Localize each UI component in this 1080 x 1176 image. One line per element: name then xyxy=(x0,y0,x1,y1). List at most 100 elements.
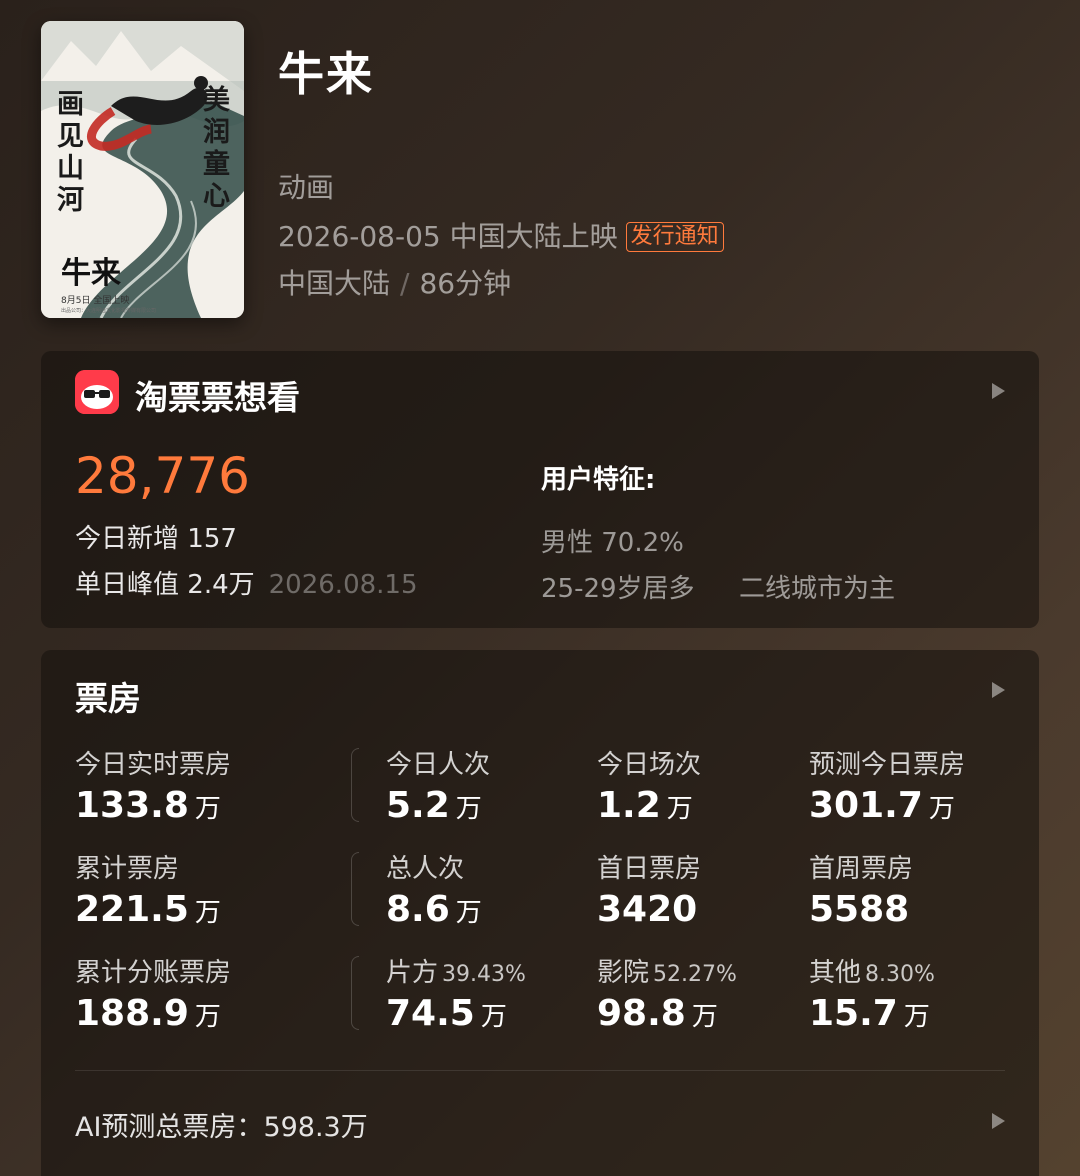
stat-value: 5.2 万 xyxy=(386,785,494,826)
box-office-stat: 预测今日票房 301.7 万 xyxy=(809,744,969,826)
movie-title: 牛来 xyxy=(278,47,374,101)
stat-label: 首日票房 xyxy=(597,848,705,885)
stat-value: 8.6 万 xyxy=(386,889,482,930)
region-line: 中国大陆 / 86分钟 xyxy=(278,262,511,302)
stat-label-text: 累计分账票房 xyxy=(75,958,232,988)
stat-label-text: 其他 xyxy=(809,958,862,988)
svg-text:润: 润 xyxy=(203,116,230,148)
stat-number: 15.7 xyxy=(809,993,898,1034)
movie-genre: 动画 xyxy=(278,171,335,204)
column-bracket xyxy=(351,852,359,926)
ai-forecast-arrow-icon[interactable] xyxy=(992,1113,1005,1129)
release-notice-badge[interactable]: 发行通知 xyxy=(625,222,724,252)
stat-number: 98.8 xyxy=(597,993,686,1034)
peak-date: 2026.08.15 xyxy=(268,570,418,600)
stat-number: 301.7 xyxy=(809,785,923,826)
box-office-stat: 总人次 8.6 万 xyxy=(386,848,482,930)
stat-label-text: 预测今日票房 xyxy=(809,750,966,780)
daily-peak: 单日峰值 2.4万 2026.08.15 xyxy=(75,564,418,601)
svg-text:美: 美 xyxy=(203,84,230,116)
box-office-stat: 累计票房 221.5 万 xyxy=(75,848,221,930)
user-features-title: 用户特征: xyxy=(541,465,656,495)
poster-date: 8月5日 全国上映 xyxy=(61,294,129,306)
stat-number: 74.5 xyxy=(386,993,475,1034)
poster-left-char-1: 画 xyxy=(57,89,84,120)
stat-label-text: 片方 xyxy=(386,958,439,988)
box-office-stat: 今日场次 1.2 万 xyxy=(597,744,705,826)
stat-value: 188.9 万 xyxy=(75,993,235,1034)
stat-number: 1.2 xyxy=(597,785,661,826)
peak-label: 单日峰值 xyxy=(75,570,180,600)
stat-unit: 万 xyxy=(194,794,221,824)
release-date: 2026-08-05 中国大陆上映 xyxy=(278,220,618,253)
stat-unit: 万 xyxy=(194,1002,221,1032)
today-new: 今日新增 157 xyxy=(75,518,237,555)
svg-text:河: 河 xyxy=(57,185,84,216)
stat-value: 15.7 万 xyxy=(809,993,935,1034)
box-office-stat: 累计分账票房 188.9 万 xyxy=(75,952,235,1034)
stat-unit: 万 xyxy=(903,1002,930,1032)
movie-region: 中国大陆 xyxy=(278,267,391,300)
stat-label: 今日人次 xyxy=(386,744,494,781)
stat-label: 总人次 xyxy=(386,848,482,885)
ai-forecast-label: AI预测总票房： xyxy=(75,1112,264,1143)
stat-unit: 万 xyxy=(666,794,693,824)
svg-text:山: 山 xyxy=(57,153,84,184)
stat-unit: 万 xyxy=(480,1002,507,1032)
stat-unit: 万 xyxy=(194,898,221,928)
stat-label-text: 今日人次 xyxy=(386,750,491,780)
feature-city: 二线城市为主 xyxy=(739,574,896,604)
movie-duration: 86分钟 xyxy=(419,267,512,300)
stat-label: 首周票房 xyxy=(809,848,917,885)
stat-label-text: 影院 xyxy=(597,958,650,988)
box-office-stat: 片方 39.43% 74.5 万 xyxy=(386,952,526,1034)
want-count: 28,776 xyxy=(75,447,250,505)
stat-label-text: 累计票房 xyxy=(75,854,180,884)
box-office-arrow-icon[interactable] xyxy=(992,682,1005,698)
stat-percent: 8.30% xyxy=(865,962,935,987)
box-office-stat: 影院 52.27% 98.8 万 xyxy=(597,952,737,1034)
stat-label: 累计票房 xyxy=(75,848,221,885)
stat-percent: 52.27% xyxy=(653,962,737,987)
stat-number: 5.2 xyxy=(386,785,450,826)
stat-label: 预测今日票房 xyxy=(809,744,969,781)
stat-percent: 39.43% xyxy=(442,962,526,987)
svg-text:心: 心 xyxy=(203,181,230,212)
taopiaopiao-logo-icon xyxy=(75,370,119,414)
box-office-title: 票房 xyxy=(75,679,141,718)
box-office-card[interactable]: 票房 今日实时票房 133.8 万今日人次 5.2 万今日场次 1.2 万预测今日票房 301… xyxy=(41,650,1039,1176)
column-bracket xyxy=(351,748,359,822)
stat-number: 8.6 xyxy=(386,889,450,930)
stat-unit: 万 xyxy=(455,898,482,928)
stat-number: 5588 xyxy=(809,889,910,930)
peak-value: 2.4万 xyxy=(187,570,255,600)
ai-forecast[interactable]: AI预测总票房：598.3万 xyxy=(75,1105,368,1144)
stat-value: 98.8 万 xyxy=(597,993,737,1034)
stat-label-text: 首日票房 xyxy=(597,854,702,884)
svg-text:童: 童 xyxy=(203,148,230,180)
separator: / xyxy=(400,267,410,300)
release-line: 2026-08-05 中国大陆上映 发行通知 xyxy=(278,215,724,255)
feature-age: 25-29岁居多 xyxy=(541,574,695,604)
poster-title: 牛来 xyxy=(61,256,121,291)
stat-value: 5588 xyxy=(809,889,917,930)
stat-value: 221.5 万 xyxy=(75,889,221,930)
ai-forecast-value: 598.3万 xyxy=(263,1112,368,1143)
want-to-see-title: 淘票票想看 xyxy=(135,378,300,417)
stat-unit: 万 xyxy=(691,1002,718,1032)
box-office-stat: 首日票房 3420 xyxy=(597,848,705,930)
want-to-see-card[interactable]: 淘票票想看 28,776 今日新增 157 单日峰值 2.4万 2026.08.1… xyxy=(41,351,1039,628)
box-office-stat: 今日实时票房 133.8 万 xyxy=(75,744,235,826)
stat-unit: 万 xyxy=(928,794,955,824)
movie-poster[interactable]: 画 见 山 河 美 润 童 心 牛来 8月5日 全国上映 出品公司：大连明远文化… xyxy=(41,21,244,318)
box-office-stat: 今日人次 5.2 万 xyxy=(386,744,494,826)
today-new-label: 今日新增 xyxy=(75,524,180,554)
stat-number: 221.5 xyxy=(75,889,189,930)
stat-number: 3420 xyxy=(597,889,698,930)
stat-label: 片方 39.43% xyxy=(386,952,526,989)
stat-value: 133.8 万 xyxy=(75,785,235,826)
want-to-see-arrow-icon[interactable] xyxy=(992,383,1005,399)
svg-text:见: 见 xyxy=(57,121,84,152)
stat-unit: 万 xyxy=(455,794,482,824)
stat-label: 今日场次 xyxy=(597,744,705,781)
